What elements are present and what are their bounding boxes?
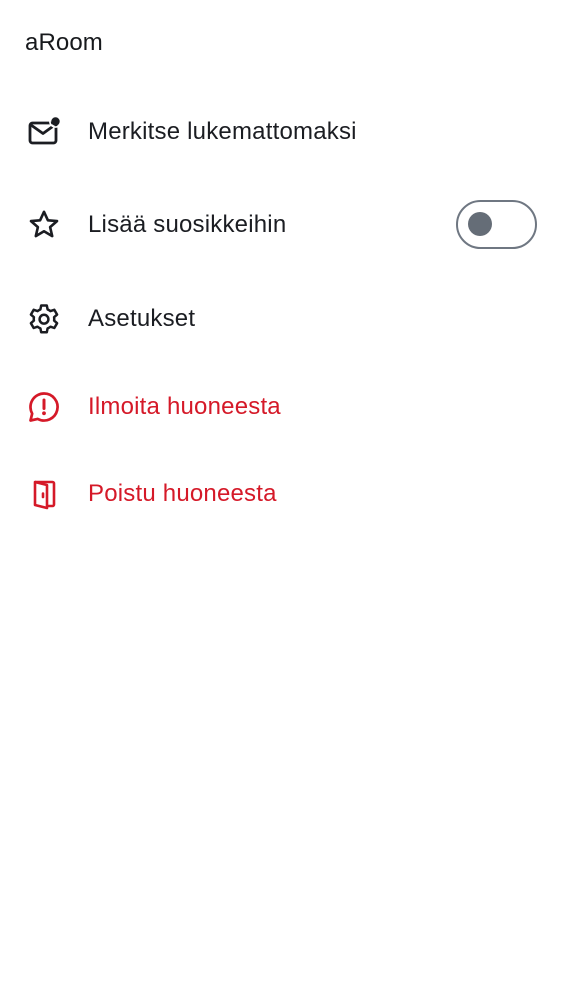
room-title: aRoom — [25, 29, 103, 56]
room-context-menu: aRoom Merkitse lukemattomaksi Lisää suos… — [0, 0, 562, 1000]
menu-item-leave-room[interactable]: Poistu huoneesta — [0, 474, 562, 514]
menu-item-mark-unread[interactable]: Merkitse lukemattomaksi — [0, 112, 562, 152]
door-leave-icon — [26, 476, 62, 512]
settings-label: Asetukset — [88, 305, 196, 332]
mark-unread-label: Merkitse lukemattomaksi — [88, 118, 357, 145]
menu-item-report-room[interactable]: Ilmoita huoneesta — [0, 387, 562, 427]
gear-icon — [26, 301, 62, 337]
toggle-knob — [468, 212, 492, 236]
leave-room-label: Poistu huoneesta — [88, 480, 277, 507]
favourite-label: Lisää suosikkeihin — [88, 211, 287, 238]
mail-unread-icon — [26, 114, 62, 150]
star-outline-icon — [26, 207, 62, 243]
favourite-toggle[interactable] — [456, 200, 537, 249]
menu-item-settings[interactable]: Asetukset — [0, 299, 562, 339]
report-room-label: Ilmoita huoneesta — [88, 393, 281, 420]
chat-alert-icon — [26, 389, 62, 425]
